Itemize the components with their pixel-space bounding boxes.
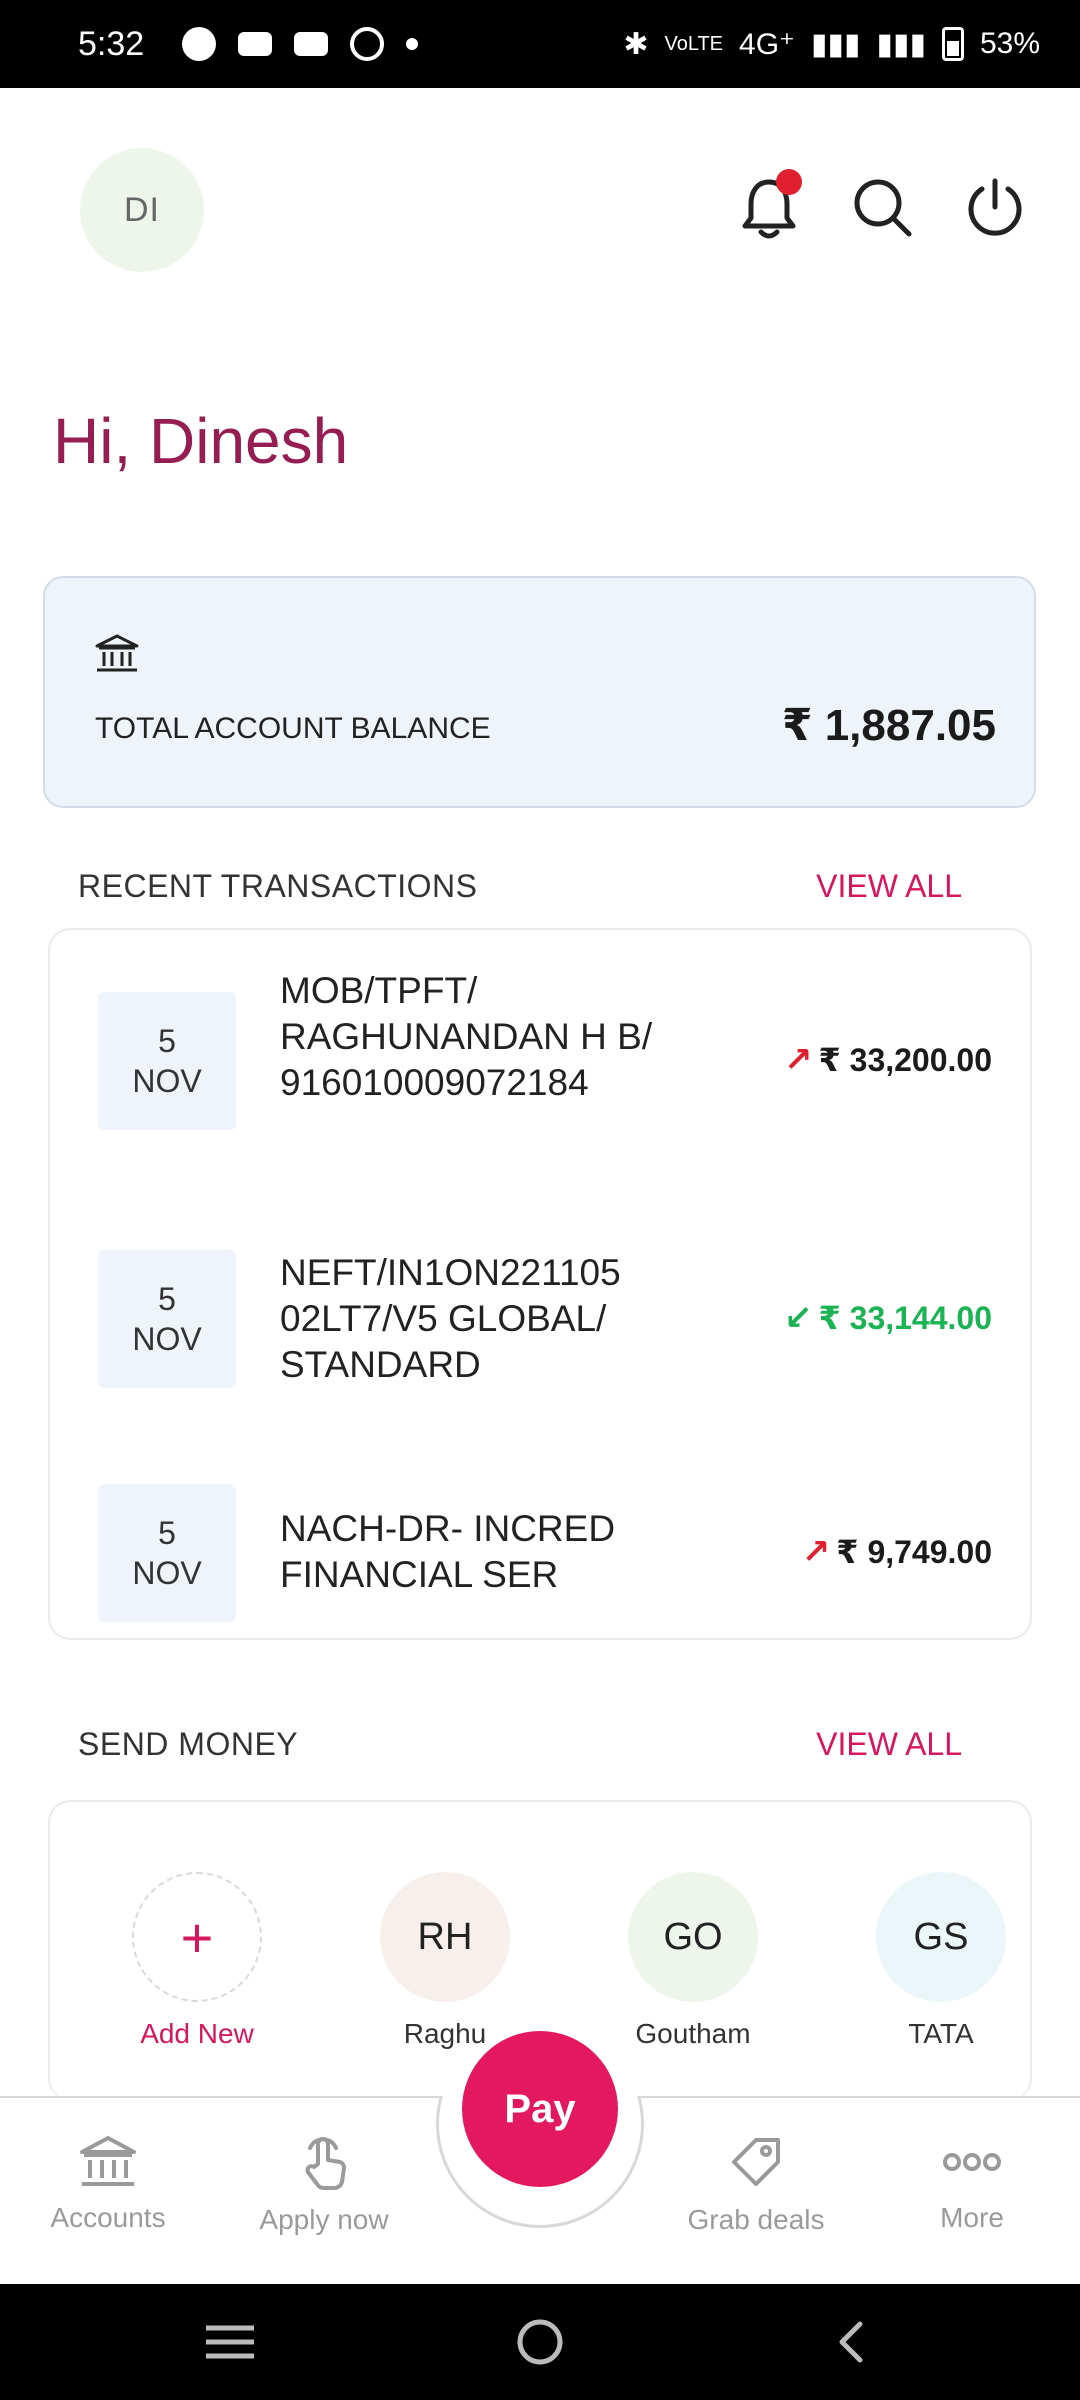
plus-icon: + bbox=[132, 1872, 262, 2002]
nav-accounts[interactable]: Accounts bbox=[8, 2134, 208, 2234]
network-type: 4G⁺ bbox=[739, 27, 795, 61]
bluetooth-icon: ✱ bbox=[623, 27, 649, 61]
volte-icon: VoLTE bbox=[664, 32, 724, 55]
back-chevron-icon bbox=[839, 2321, 863, 2363]
recent-apps-button[interactable] bbox=[200, 2312, 260, 2372]
speedometer-icon bbox=[182, 27, 217, 61]
transaction-amount: ↙ ₹ 33,144.00 bbox=[784, 1298, 992, 1338]
transaction-description: MOB/TPFT/ RAGHUNANDAN H B/ 9160100090721… bbox=[280, 970, 653, 1103]
nav-apply-now-label: Apply now bbox=[259, 2204, 389, 2235]
pay-button[interactable]: Pay bbox=[462, 2031, 618, 2187]
transaction-description: NEFT/IN1ON221105 02LT7/V5 GLOBAL/ STANDA… bbox=[280, 1252, 621, 1385]
tap-hand-icon bbox=[305, 2137, 346, 2191]
more-notifications-dot bbox=[406, 38, 419, 50]
ola-app-icon bbox=[238, 32, 273, 56]
transactions-card: 5 NOV MOB/TPFT/ RAGHUNANDAN H B/ 9160100… bbox=[48, 928, 1032, 1640]
paytm-app-icon bbox=[294, 32, 329, 56]
nav-accounts-label: Accounts bbox=[50, 2202, 166, 2233]
contact-goutham[interactable]: GO Goutham bbox=[608, 1872, 778, 2050]
add-new-label: Add New bbox=[140, 2018, 254, 2049]
notification-badge bbox=[776, 169, 802, 195]
recent-transactions-title: RECENT TRANSACTIONS bbox=[78, 868, 478, 904]
logout-button[interactable] bbox=[962, 175, 1028, 241]
transaction-date: 5 NOV bbox=[98, 992, 236, 1130]
balance-value: ₹ 1,887.05 bbox=[781, 701, 996, 750]
transaction-month: NOV bbox=[132, 1063, 202, 1099]
home-button[interactable] bbox=[510, 2312, 570, 2372]
balance-card[interactable]: TOTAL ACCOUNT BALANCE ₹ 1,887.05 bbox=[43, 576, 1036, 808]
transaction-day: 5 bbox=[158, 1281, 176, 1317]
transactions-view-all-link[interactable]: VIEW ALL bbox=[816, 868, 962, 905]
send-money-title: SEND MONEY bbox=[78, 1726, 299, 1762]
transaction-description: NACH-DR- INCRED FINANCIAL SER bbox=[280, 1508, 616, 1595]
nav-grab-deals-label: Grab deals bbox=[687, 2204, 825, 2235]
contact-name: Goutham bbox=[635, 2018, 751, 2049]
send-money-view-all-link[interactable]: VIEW ALL bbox=[816, 1726, 962, 1763]
nav-more[interactable]: More bbox=[872, 2134, 1072, 2234]
transaction-amount-value: ₹ 9,749.00 bbox=[836, 1534, 992, 1570]
contact-avatar: RH bbox=[380, 1872, 510, 2002]
transaction-month: NOV bbox=[132, 1555, 202, 1591]
status-right: ✱ VoLTE 4G⁺ ▮▮▮ ▮▮▮ 53% bbox=[623, 27, 1040, 62]
back-button[interactable] bbox=[820, 2312, 880, 2372]
contact-avatar: GS bbox=[876, 1872, 1006, 2002]
bank-icon bbox=[95, 634, 139, 672]
transaction-day: 5 bbox=[158, 1515, 176, 1551]
home-circle-icon bbox=[517, 2319, 563, 2365]
contact-avatar: GO bbox=[628, 1872, 758, 2002]
status-time: 5:32 bbox=[78, 24, 145, 63]
arrow-up-right-icon: ↗ bbox=[801, 1533, 831, 1571]
transaction-date: 5 NOV bbox=[98, 1484, 236, 1622]
contact-tata[interactable]: GS TATA bbox=[856, 1872, 1026, 2050]
tag-icon bbox=[732, 2138, 780, 2186]
battery-percent: 53% bbox=[979, 27, 1040, 60]
battery-icon bbox=[941, 27, 964, 61]
transaction-month: NOV bbox=[132, 1321, 202, 1357]
balance-label: TOTAL ACCOUNT BALANCE bbox=[95, 712, 491, 745]
transaction-day: 5 bbox=[158, 1023, 176, 1059]
blocked-app-icon bbox=[350, 27, 385, 61]
signal-icon-2: ▮▮▮ bbox=[876, 27, 926, 61]
transaction-amount-value: ₹ 33,200.00 bbox=[818, 1042, 992, 1078]
add-new-contact-button[interactable]: + Add New bbox=[112, 1872, 282, 2050]
signal-icon: ▮▮▮ bbox=[810, 27, 861, 61]
notifications-button[interactable] bbox=[736, 169, 802, 241]
nav-grab-deals[interactable]: Grab deals bbox=[656, 2134, 856, 2236]
transaction-amount: ↗ ₹ 33,200.00 bbox=[784, 1040, 992, 1080]
arrow-up-right-icon: ↗ bbox=[783, 1041, 813, 1079]
menu-lines-icon bbox=[206, 2325, 254, 2359]
more-dots-icon bbox=[943, 2153, 1001, 2171]
system-navigation-bar bbox=[0, 2284, 1080, 2400]
status-bar: 5:32 ✱ VoLTE 4G⁺ ▮▮▮ ▮▮▮ 53% bbox=[0, 0, 1080, 88]
nav-apply-now[interactable]: Apply now bbox=[224, 2134, 424, 2236]
greeting: Hi, Dinesh bbox=[53, 405, 349, 477]
transaction-amount: ↗ ₹ 9,749.00 bbox=[802, 1532, 992, 1572]
contact-raghu[interactable]: RH Raghu bbox=[360, 1872, 530, 2050]
bank-icon bbox=[80, 2136, 136, 2186]
arrow-down-left-icon: ↙ bbox=[783, 1299, 813, 1337]
search-icon bbox=[854, 179, 912, 237]
power-icon bbox=[968, 178, 1022, 236]
nav-more-label: More bbox=[940, 2202, 1004, 2233]
contact-name: TATA bbox=[908, 2018, 974, 2049]
transaction-date: 5 NOV bbox=[98, 1250, 236, 1388]
avatar[interactable]: DI bbox=[80, 148, 204, 272]
transaction-amount-value: ₹ 33,144.00 bbox=[818, 1300, 992, 1336]
search-button[interactable] bbox=[850, 175, 916, 241]
status-left: 5:32 bbox=[78, 24, 419, 64]
